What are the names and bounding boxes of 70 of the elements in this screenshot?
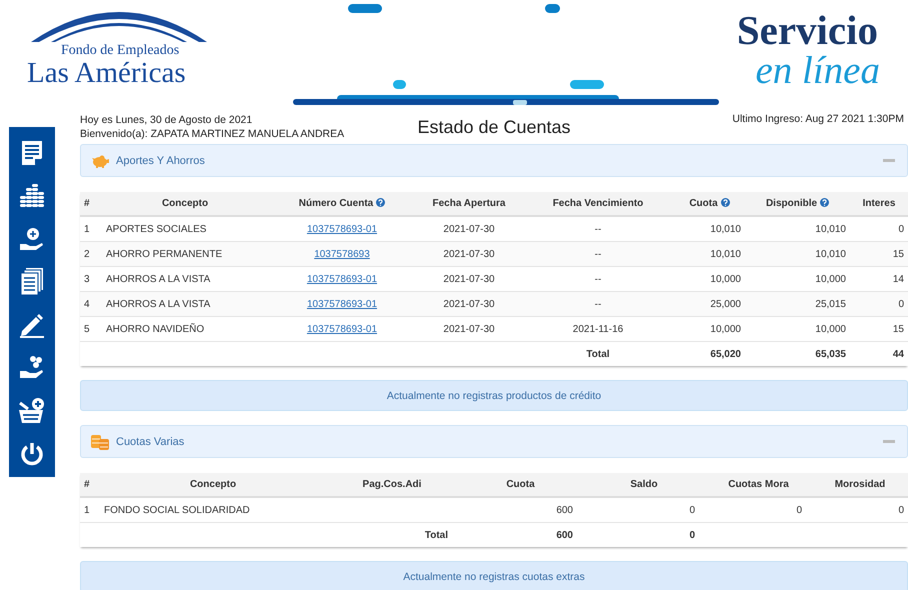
table-cell: 25,015 (745, 292, 850, 316)
table-cell: 0 (583, 522, 705, 547)
account-link[interactable]: 1037578693-01 (306, 324, 378, 334)
table-cell: AHORROS A LA VISTA (102, 292, 268, 316)
table-cell: 1 (80, 497, 100, 522)
table-cell: 10,000 (674, 316, 745, 342)
table-cell: -- (522, 292, 674, 316)
logo-subtitle: Fondo de Empleados (61, 43, 180, 58)
total-label: Total (326, 522, 458, 547)
table-cell: 0 (705, 497, 812, 522)
column-header: Interes (850, 192, 908, 216)
column-header: Concepto (102, 192, 268, 216)
column-header: Disponible (745, 192, 850, 216)
table-cell: 5 (80, 316, 102, 342)
table-cell: 2021-07-30 (416, 242, 522, 266)
date-text: Hoy es Lunes, 30 de Agosto de 2021 (80, 113, 254, 127)
table-cell: 600 (458, 522, 583, 547)
service-subtitle: en línea (755, 52, 880, 90)
logo-title: Las Américas (27, 58, 186, 88)
table-cell: 0 (850, 292, 908, 316)
section-title: Cuotas Varias (116, 436, 186, 448)
column-header: # (80, 192, 102, 216)
help-icon (376, 198, 386, 207)
table-cell: 2021-07-30 (416, 292, 522, 316)
piggy-bank-icon (91, 154, 109, 168)
column-header: Cuotas Mora (705, 473, 812, 497)
table-cell: 44 (850, 342, 908, 366)
notice-banner: Actualmente no registras cuotas extras (80, 561, 908, 590)
table-cell: 4 (80, 292, 102, 316)
table-cell: 2021-07-30 (416, 316, 522, 342)
account-link[interactable]: 1037578693 (314, 248, 370, 260)
table-cell: 65,035 (745, 342, 850, 366)
coin-stack-icon (91, 434, 109, 450)
column-header: Morosidad (812, 473, 908, 497)
table-cell: AHORRO PERMANENTE (102, 242, 268, 266)
table-cell: AHORRO NAVIDEÑO (102, 316, 268, 342)
account-link[interactable]: 1037578693-01 (306, 274, 378, 284)
table-cell: 65,020 (674, 342, 745, 366)
account-link[interactable]: 1037578693-01 (306, 224, 378, 234)
help-icon (720, 198, 730, 207)
table-cell: -- (522, 242, 674, 266)
table-cell: 2 (80, 242, 102, 266)
section-title: Aportes Y Ahorros (116, 154, 206, 166)
table-cell: 10,000 (745, 316, 850, 342)
column-header: Fecha Apertura (416, 192, 522, 216)
help-icon (820, 198, 830, 207)
table-cell: 25,000 (674, 292, 745, 316)
total-label: Total (522, 342, 674, 366)
page-title: Estado de Cuentas (417, 117, 571, 138)
notice-banner: Actualmente no registras productos de crédito (80, 380, 908, 411)
table-cell: 10,010 (745, 242, 850, 266)
column-header: Cuota (674, 192, 745, 216)
welcome-text: Bienvenido(a): ZAPATA MARTINEZ MANUELA ANDREA (80, 127, 346, 141)
column-header: Concepto (100, 473, 326, 497)
column-header: Cuota (458, 473, 583, 497)
table-cell: 600 (458, 497, 583, 522)
column-header: Número Cuenta (268, 192, 416, 216)
table-cell: FONDO SOCIAL SOLIDARIDAD (100, 497, 326, 522)
table-cell: 15 (850, 242, 908, 266)
service-title: Servicio (736, 8, 878, 52)
table-cell: 15 (850, 316, 908, 342)
table-cell: 2021-11-16 (522, 316, 674, 342)
table-cell: 0 (583, 497, 705, 522)
table-cell: 0 (812, 497, 908, 522)
column-header: # (80, 473, 100, 497)
column-header: Saldo (583, 473, 705, 497)
last-login-text: Ultimo Ingreso: Aug 27 2021 1:30PM (731, 113, 905, 125)
column-header: Fecha Vencimiento (522, 192, 674, 216)
table-cell: 10,010 (674, 242, 745, 266)
column-header: Pag.Cos.Adi (326, 473, 458, 497)
